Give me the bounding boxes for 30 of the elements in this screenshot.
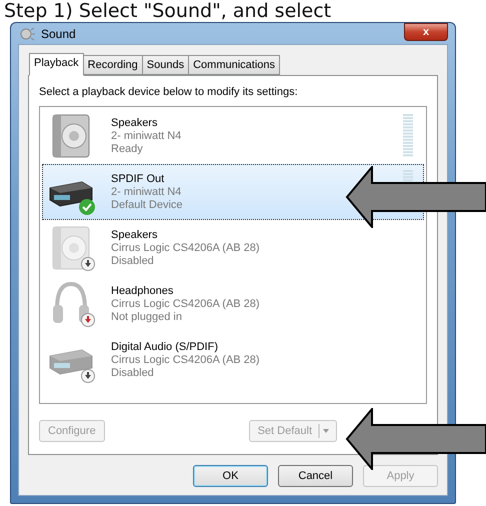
speaker-icon [20, 26, 36, 40]
device-name: Headphones [111, 284, 174, 298]
tab[interactable]: Recording [84, 55, 143, 75]
close-button[interactable]: x [404, 23, 448, 41]
tab[interactable]: Sounds [142, 55, 190, 75]
device-status: Disabled [111, 254, 155, 268]
caption-text: Step 1) Select "Sound", and select [3, 0, 332, 22]
device-status: Disabled [111, 366, 155, 380]
window-title: Sound [41, 26, 76, 40]
device-status: Ready [111, 142, 144, 156]
device-detail: Cirrus Logic CS4206A (AB 28) [111, 354, 261, 366]
device-detail: 2- miniwatt N4 [111, 130, 182, 142]
tab[interactable]: Playback [29, 53, 84, 76]
device-name: SPDIF Out [111, 172, 166, 186]
dialog-button[interactable]: OK [193, 465, 268, 487]
device-item[interactable]: Speakers 2- miniwatt N4 Ready [42, 108, 424, 164]
dialog-button[interactable]: Cancel [278, 465, 353, 487]
device-name: Digital Audio (S/PDIF) [111, 340, 219, 354]
device-name: Speakers [111, 116, 158, 130]
instruction-text: Select a playback device below to modify its settings: [39, 86, 299, 98]
device-status: Not plugged in [111, 310, 183, 324]
device-detail: Cirrus Logic CS4206A (AB 28) [111, 242, 261, 254]
device-detail: 2- miniwatt N4 [111, 186, 182, 198]
down-arrow-badge-icon [81, 369, 95, 383]
device-name: Speakers [111, 228, 158, 242]
caret-icon [318, 424, 332, 438]
device-status: Default Device [111, 198, 184, 212]
device-detail: Cirrus Logic CS4206A (AB 28) [111, 298, 261, 310]
down-arrow-badge-icon [81, 257, 95, 271]
tab[interactable]: Communications [189, 55, 280, 75]
